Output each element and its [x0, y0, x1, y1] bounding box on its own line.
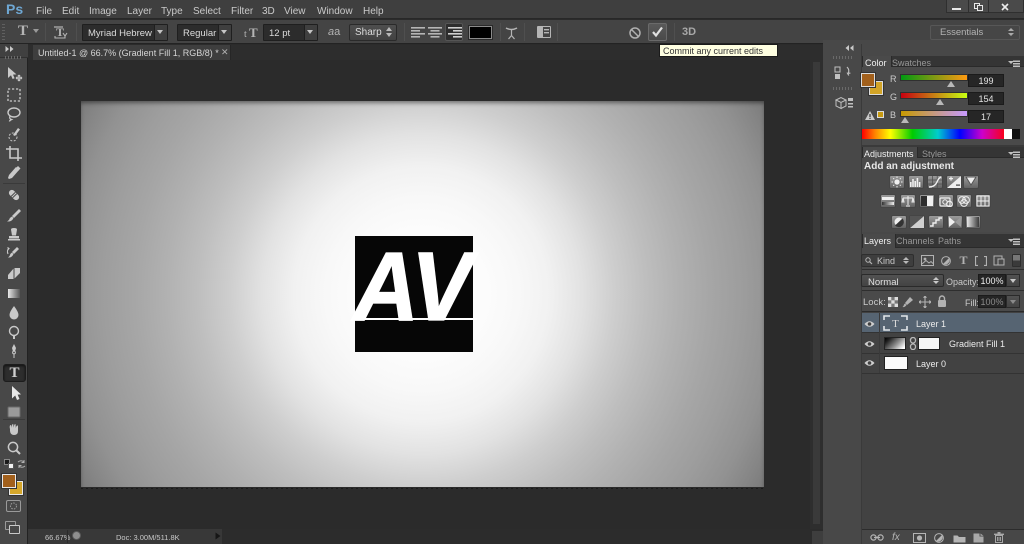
svg-text:T: T: [892, 318, 899, 330]
svg-text:T: T: [249, 25, 258, 40]
svg-text:t: t: [244, 29, 247, 40]
